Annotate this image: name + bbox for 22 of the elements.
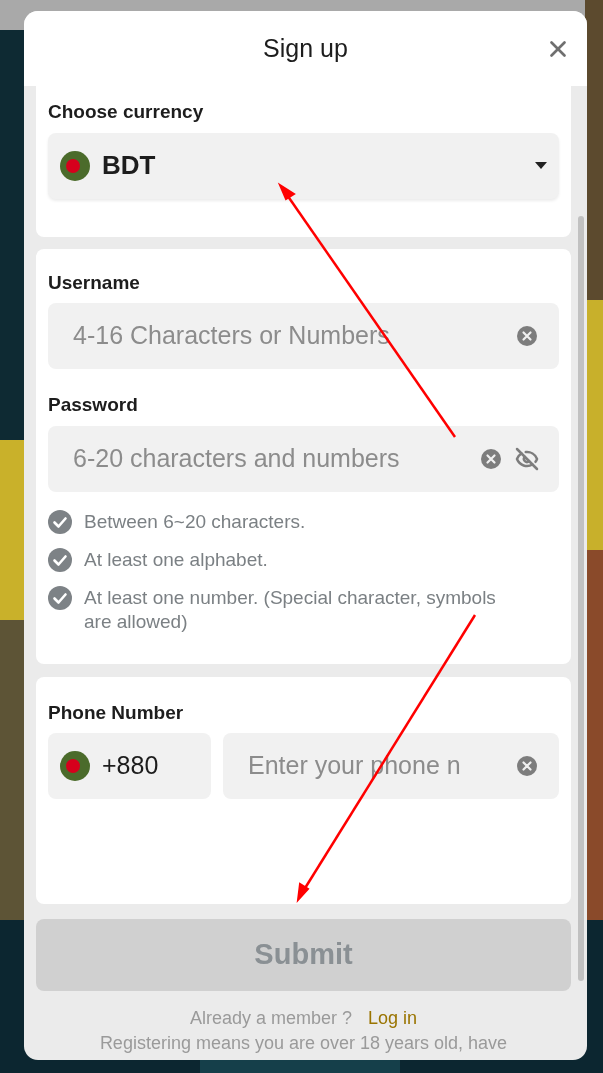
password-rule: At least one number. (Special character, symbols are allowed) xyxy=(84,585,497,634)
field-label: Username xyxy=(48,270,141,295)
flag-icon xyxy=(60,751,90,781)
field-label: Choose currency xyxy=(48,100,205,124)
clear-icon[interactable] xyxy=(517,326,537,346)
flag-icon xyxy=(60,150,90,181)
dialog-title: Sign up xyxy=(263,32,348,64)
age-notice: Registering means you are over 18 years old, have xyxy=(98,1031,509,1054)
country-code-select[interactable]: +880 xyxy=(48,733,211,799)
clear-icon[interactable] xyxy=(517,756,537,776)
caret-icon xyxy=(535,162,547,169)
clear-icon[interactable] xyxy=(481,448,501,469)
password-rule: Between 6~20 characters. xyxy=(84,509,306,534)
password-rule: At least one alphabet. xyxy=(84,547,268,572)
eye-off-icon[interactable] xyxy=(515,446,539,471)
currency-select[interactable]: BDT xyxy=(48,132,559,199)
login-link[interactable]: Log in xyxy=(368,1004,418,1032)
field-label: Phone Number xyxy=(48,700,185,725)
member-prompt: Already a member ? xyxy=(189,1006,352,1030)
password-field[interactable]: 6-20 characters and numbers xyxy=(48,425,559,492)
scrollbar-thumb[interactable] xyxy=(578,216,584,981)
field-label: Password xyxy=(48,393,139,417)
